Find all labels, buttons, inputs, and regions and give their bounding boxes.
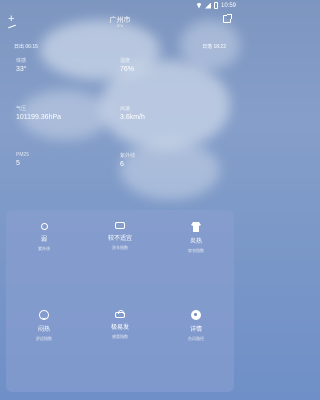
wifi-icon xyxy=(195,2,202,9)
index-details[interactable]: 详情 台风路径 xyxy=(158,310,234,342)
metric-value: 101199.36hPa xyxy=(16,114,62,121)
cloud-shape xyxy=(120,140,220,200)
battery-icon xyxy=(213,2,218,9)
sunset-text: 日落 18:22 xyxy=(202,44,226,50)
metric-value: 6 xyxy=(120,161,124,168)
index-title: 炎热 xyxy=(189,239,202,245)
metric-value: 3.6km/h xyxy=(120,114,145,121)
index-title: 极易发 xyxy=(110,325,129,331)
index-uv[interactable]: 弱 紫外线 xyxy=(6,222,82,252)
index-subtitle: 洗车指数 xyxy=(112,245,128,250)
index-title: 较不适宜 xyxy=(107,236,132,242)
index-cold[interactable]: 极易发 感冒指数 xyxy=(82,310,158,340)
index-title: 闷热 xyxy=(37,327,50,333)
metric-label: PM25 xyxy=(16,152,30,158)
metric-value: 76% xyxy=(120,66,135,73)
status-time: 10:59 xyxy=(220,2,236,9)
city-subtitle: 5°c xyxy=(117,23,123,28)
index-title: 详情 xyxy=(189,327,202,333)
metric-feels-like: 体感 33° xyxy=(16,57,27,73)
sun-icon xyxy=(40,223,48,230)
status-bar: 10:59 xyxy=(0,0,240,12)
index-subtitle: 舒适指数 xyxy=(36,336,52,341)
index-subtitle: 感冒指数 xyxy=(112,334,128,339)
detail-icon xyxy=(191,310,201,320)
metric-uv: 紫外线 6 xyxy=(120,152,135,168)
metric-label: 气压 xyxy=(16,106,27,112)
index-carwash[interactable]: 较不适宜 洗车指数 xyxy=(82,222,158,251)
sunrise-text: 日出 06:15 xyxy=(14,44,38,50)
smile-icon xyxy=(39,310,49,320)
top-bar: + 广州市 5°c xyxy=(0,12,240,36)
metric-value: 5 xyxy=(16,160,20,167)
car-icon xyxy=(115,222,125,229)
index-subtitle: 紫外线 xyxy=(38,246,50,251)
share-icon[interactable] xyxy=(223,14,232,23)
metric-label: 湿度 xyxy=(120,58,131,64)
index-subtitle: 台风路径 xyxy=(188,336,204,341)
haircut-icon xyxy=(115,310,125,318)
metric-label: 体感 xyxy=(16,58,27,64)
index-title: 弱 xyxy=(40,237,47,243)
metric-wind: 风速 3.6km/h xyxy=(120,105,145,121)
metric-value: 33° xyxy=(16,66,27,73)
index-dressing[interactable]: 炎热 穿衣指数 xyxy=(158,222,234,254)
sun-times: 日出 06:15 日落 18:22 xyxy=(14,43,226,50)
metric-label: 紫外线 xyxy=(120,153,136,159)
metric-pm25: PM25 5 xyxy=(16,152,29,167)
index-comfort[interactable]: 闷热 舒适指数 xyxy=(6,310,82,342)
shirt-icon xyxy=(191,222,201,232)
signal-icon xyxy=(204,2,211,9)
index-subtitle: 穿衣指数 xyxy=(188,248,204,253)
metric-humidity: 湿度 76% xyxy=(120,57,134,73)
metric-pressure: 气压 101199.36hPa xyxy=(16,105,61,121)
life-index-panel: 弱 紫外线 较不适宜 洗车指数 炎热 穿衣指数 闷热 舒适指数 极易发 感冒指数… xyxy=(6,210,234,392)
metric-label: 风速 xyxy=(120,106,131,112)
